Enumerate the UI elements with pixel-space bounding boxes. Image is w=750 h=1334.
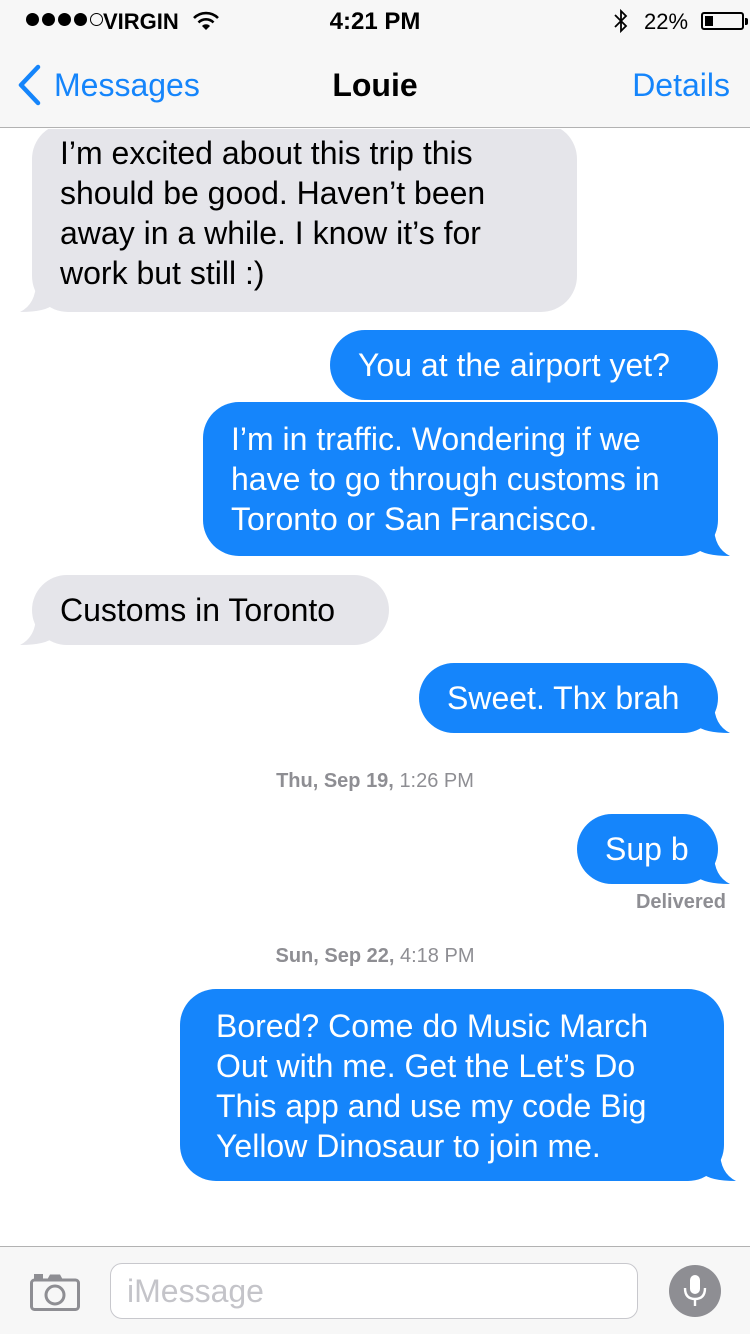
delivered-status: Delivered <box>635 891 726 913</box>
message-bubble-outgoing[interactable]: I’m in traffic. Wondering if we have to … <box>203 402 730 556</box>
message-bubble-outgoing[interactable]: You at the airport yet? <box>330 330 718 400</box>
battery-percent: 22% <box>644 9 689 34</box>
status-time: 4:21 PM <box>329 8 421 35</box>
microphone-icon <box>683 1275 707 1306</box>
status-bar: VIRGIN 4:21 PM 22% <box>0 0 750 40</box>
battery-level <box>705 16 713 26</box>
conversation-view[interactable]: I’m excited about this trip this should … <box>0 129 750 1245</box>
message-input-bar <box>0 1246 750 1334</box>
message-bubble-outgoing[interactable]: Sup b <box>577 814 730 884</box>
message-field[interactable] <box>110 1263 638 1319</box>
message-bubble-incoming[interactable]: I’m excited about this trip this should … <box>20 129 577 312</box>
battery-icon <box>701 12 748 30</box>
message-bubble-incoming[interactable]: Customs in Toronto <box>20 575 389 645</box>
message-bubble-outgoing[interactable]: Sweet. Thx brah <box>419 663 730 733</box>
message-input[interactable] <box>111 1264 637 1318</box>
microphone-button[interactable] <box>669 1265 721 1317</box>
message-bubble-outgoing[interactable]: Bored? Come do Music March Out with me. … <box>180 989 736 1181</box>
message-timestamp: Sun, Sep 22, 4:18 PM <box>275 945 475 967</box>
camera-icon[interactable] <box>30 1273 80 1311</box>
bluetooth-icon <box>614 8 628 34</box>
message-timestamp: Thu, Sep 19, 1:26 PM <box>276 770 474 792</box>
navigation-bar: Messages Louie Details <box>0 40 750 128</box>
details-button[interactable]: Details <box>632 67 730 104</box>
